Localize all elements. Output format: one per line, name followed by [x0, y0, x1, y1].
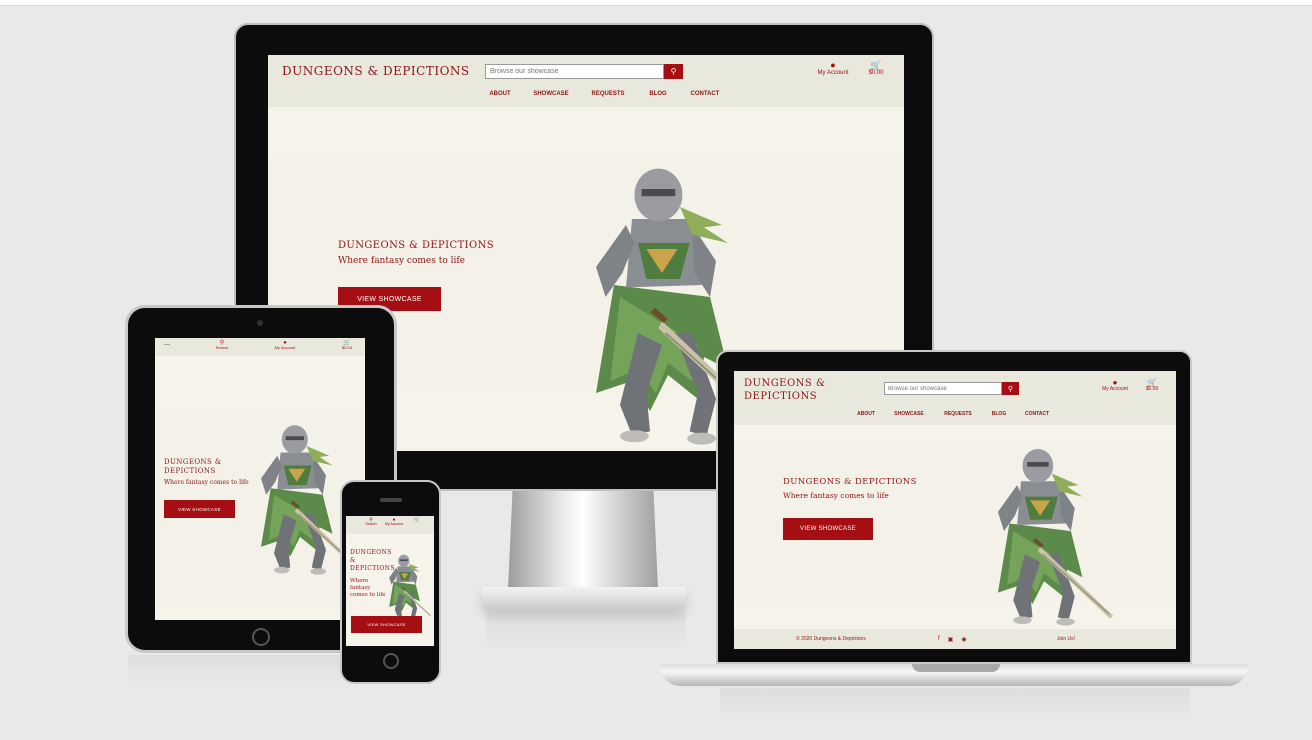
- cart-total: $0.00: [868, 70, 884, 77]
- nav-showcase[interactable]: SHOWCASE: [884, 411, 934, 417]
- laptop-cart-link[interactable]: 🛒 $0.00: [1140, 378, 1164, 393]
- account-label: My Account: [817, 70, 849, 77]
- search-form: ⚲: [485, 64, 683, 79]
- search-input[interactable]: [485, 64, 664, 79]
- nav-blog[interactable]: BLOG: [639, 91, 677, 97]
- tablet-cart-total: $0.00: [341, 345, 352, 351]
- tablet-hero-title: DUNGEONS & DEPICTIONS: [164, 458, 221, 476]
- phone-site-header: ⚲ Search ● My Account 🛒: [346, 516, 434, 534]
- phone-home-button: [383, 653, 399, 669]
- phone-site: ⚲ Search ● My Account 🛒 DUNGEONS & DEPIC…: [346, 516, 434, 646]
- laptop-hero-title: DUNGEONS & DEPICTIONS: [783, 477, 917, 487]
- tablet-menu-toggle[interactable]: —: [161, 342, 173, 348]
- laptop-knight-image: [934, 439, 1154, 631]
- phone-search-toggle[interactable]: ⚲ Search: [362, 517, 380, 527]
- laptop-cart-total: $0.00: [1145, 386, 1159, 393]
- footer-social-links: f ▣ ◉: [938, 636, 967, 643]
- tablet-account-label: My Account: [274, 345, 296, 351]
- tablet-view-showcase-button[interactable]: VIEW SHOWCASE: [164, 500, 235, 518]
- monitor-base: [482, 587, 686, 611]
- nav-about[interactable]: ABOUT: [848, 411, 884, 417]
- cart-link[interactable]: 🛒 $0.00: [864, 60, 888, 77]
- search-button[interactable]: ⚲: [664, 64, 683, 79]
- brand-logo[interactable]: DUNGEONS & DEPICTIONS: [282, 64, 470, 78]
- user-icon: ●: [830, 60, 836, 70]
- laptop-brand-logo[interactable]: DUNGEONS & DEPICTIONS: [744, 377, 825, 403]
- nav-about[interactable]: ABOUT: [475, 91, 525, 97]
- phone-tag-line3: comes to life: [350, 591, 386, 598]
- phone-search-label: Search: [365, 522, 377, 527]
- nav-contact[interactable]: CONTACT: [677, 91, 733, 97]
- cart-icon: 🛒: [413, 517, 421, 523]
- facebook-icon[interactable]: f: [938, 636, 940, 643]
- main-nav: ABOUT SHOWCASE REQUESTS BLOG CONTACT: [475, 91, 733, 97]
- footer-copyright: © 2020 Dungeons & Depictions: [796, 636, 866, 642]
- instagram-icon[interactable]: ▣: [948, 636, 954, 643]
- tablet-search-label: Search: [215, 345, 229, 351]
- search-icon: ⚲: [670, 67, 677, 76]
- hero-tagline: Where fantasy comes to life: [338, 256, 466, 266]
- tablet-account-link[interactable]: ● My Account: [269, 340, 301, 350]
- laptop-search-input[interactable]: [884, 382, 1002, 395]
- phone-title-line1: DUNGEONS: [350, 549, 392, 556]
- tablet-title-line1: DUNGEONS &: [164, 458, 222, 466]
- laptop-search-button[interactable]: ⚲: [1002, 382, 1019, 395]
- phone-title-line2: &: [350, 556, 356, 564]
- phone-title-line3: DEPICTIONS: [350, 564, 395, 572]
- phone-cart-link[interactable]: 🛒: [408, 517, 426, 523]
- tablet-site: — ⚲ Search ● My Account 🛒 $0.00 DUNGEONS…: [155, 338, 365, 620]
- laptop-reflection: [720, 688, 1190, 722]
- laptop-hero-tagline: Where fantasy comes to life: [783, 491, 889, 500]
- hamburger-icon: —: [164, 342, 170, 348]
- phone-account-link[interactable]: ● My Account: [380, 517, 408, 527]
- monitor-reflection: [486, 612, 686, 652]
- tablet-camera: [257, 320, 263, 326]
- site-header: DUNGEONS & DEPICTIONS ⚲ ● My Account 🛒 $…: [268, 55, 904, 107]
- cart-icon: 🛒: [870, 60, 882, 70]
- nav-requests[interactable]: REQUESTS: [934, 411, 982, 417]
- phone-speaker: [380, 498, 402, 502]
- laptop-site: DUNGEONS & DEPICTIONS ⚲ ● My Account 🛒 $…: [734, 371, 1176, 649]
- footer-join-link[interactable]: Join Us!: [1057, 636, 1075, 642]
- account-link[interactable]: ● My Account: [814, 60, 852, 77]
- page-top-border: [0, 0, 1312, 6]
- nav-contact[interactable]: CONTACT: [1016, 411, 1058, 417]
- tablet-site-header: — ⚲ Search ● My Account 🛒 $0.00: [155, 338, 365, 356]
- nav-blog[interactable]: BLOG: [982, 411, 1016, 417]
- laptop-view-showcase-button[interactable]: VIEW SHOWCASE: [783, 518, 873, 540]
- laptop-brand-line1: DUNGEONS &: [744, 378, 826, 389]
- phone-hero-tagline: Where fantasy comes to life: [350, 578, 386, 599]
- laptop-site-header: DUNGEONS & DEPICTIONS ⚲ ● My Account 🛒 $…: [734, 371, 1176, 425]
- pinterest-icon[interactable]: ◉: [961, 636, 966, 643]
- nav-showcase[interactable]: SHOWCASE: [525, 91, 577, 97]
- phone-tag-line1: Where: [350, 578, 369, 584]
- laptop-brand-line2: DEPICTIONS: [744, 391, 818, 402]
- search-icon: ⚲: [1007, 385, 1014, 393]
- tablet-home-button: [252, 628, 270, 646]
- laptop-site-footer: © 2020 Dungeons & Depictions f ▣ ◉ Join …: [734, 629, 1176, 649]
- tablet-search-toggle[interactable]: ⚲ Search: [210, 340, 234, 350]
- phone-hero-title: DUNGEONS & DEPICTIONS: [350, 549, 395, 572]
- tablet-cart-link[interactable]: 🛒 $0.00: [337, 340, 357, 350]
- tablet-title-line2: DEPICTIONS: [164, 467, 216, 476]
- laptop-account-link[interactable]: ● My Account: [1098, 378, 1132, 393]
- phone-account-label: My Account: [384, 522, 404, 527]
- laptop-account-label: My Account: [1102, 386, 1128, 393]
- laptop-main-nav: ABOUT SHOWCASE REQUESTS BLOG CONTACT: [848, 411, 1058, 417]
- hero-title: DUNGEONS & DEPICTIONS: [338, 240, 495, 251]
- phone-view-showcase-button[interactable]: VIEW SHOWCASE: [351, 616, 422, 633]
- nav-requests[interactable]: REQUESTS: [577, 91, 639, 97]
- phone-tag-line2: fantasy: [350, 584, 371, 591]
- monitor-stand: [508, 491, 658, 589]
- laptop-notch: [912, 664, 1000, 672]
- laptop-search-form: ⚲: [884, 382, 1019, 395]
